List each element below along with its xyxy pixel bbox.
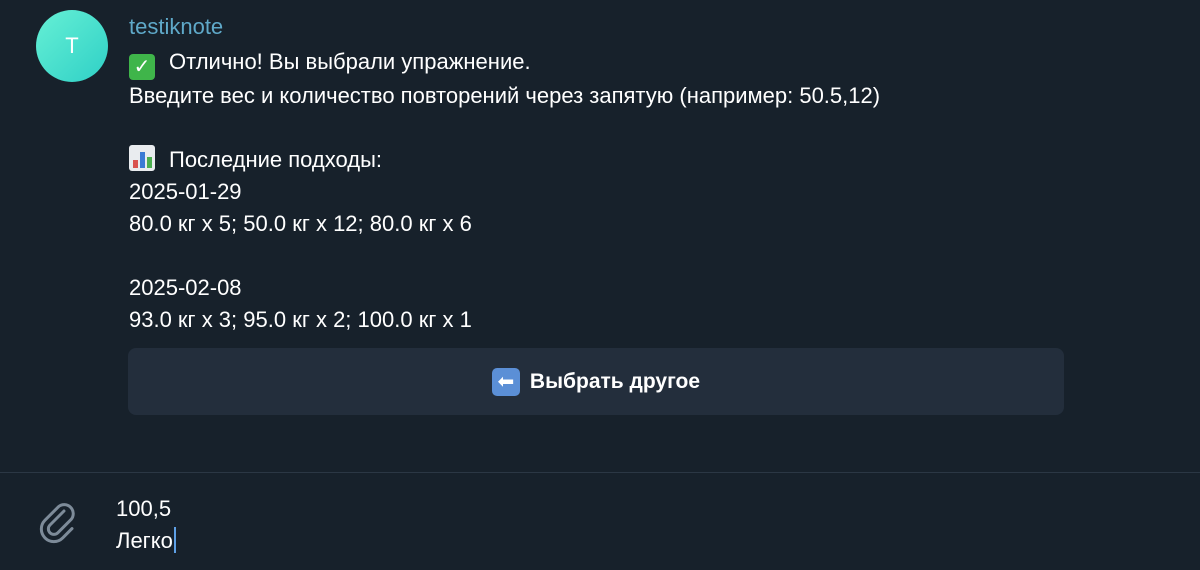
- history-date: 2025-02-08: [129, 275, 242, 300]
- text-caret: [173, 527, 176, 553]
- avatar-letter: T: [65, 33, 79, 58]
- message-input[interactable]: 100,5 Легко: [116, 493, 176, 557]
- message: testiknote ✓ Отлично! Вы выбрали упражнен…: [129, 12, 1069, 336]
- check-mark-icon: ✓: [129, 54, 155, 80]
- input-line: 100,5: [116, 496, 172, 521]
- history-date: 2025-01-29: [129, 179, 242, 204]
- message-line: Последние подходы:: [129, 144, 1069, 176]
- choose-other-button[interactable]: ⬅ Выбрать другое: [128, 348, 1064, 415]
- message-instruction: Введите вес и количество повторений чере…: [129, 83, 881, 108]
- history-header: Последние подходы:: [169, 147, 383, 172]
- left-arrow-icon: ⬅: [491, 367, 520, 396]
- message-composer: 100,5 Легко: [0, 473, 1200, 570]
- sender-name[interactable]: testiknote: [129, 12, 1069, 42]
- chat-area: T testiknote ✓ Отлично! Вы выбрали упражн…: [0, 0, 1200, 472]
- message-text-confirm: Отлично! Вы выбрали упражнение.: [169, 49, 531, 74]
- history-sets: 93.0 кг x 3; 95.0 кг x 2; 100.0 кг x 1: [129, 307, 472, 332]
- paperclip-icon[interactable]: [34, 497, 82, 545]
- bar-chart-icon: [129, 145, 155, 171]
- message-line: ✓ Отлично! Вы выбрали упражнение.: [129, 46, 1069, 80]
- input-line: Легко: [116, 528, 173, 553]
- choose-other-label: Выбрать другое: [529, 369, 701, 393]
- avatar[interactable]: T: [36, 10, 108, 82]
- history-sets: 80.0 кг x 5; 50.0 кг x 12; 80.0 кг x 6: [129, 211, 472, 236]
